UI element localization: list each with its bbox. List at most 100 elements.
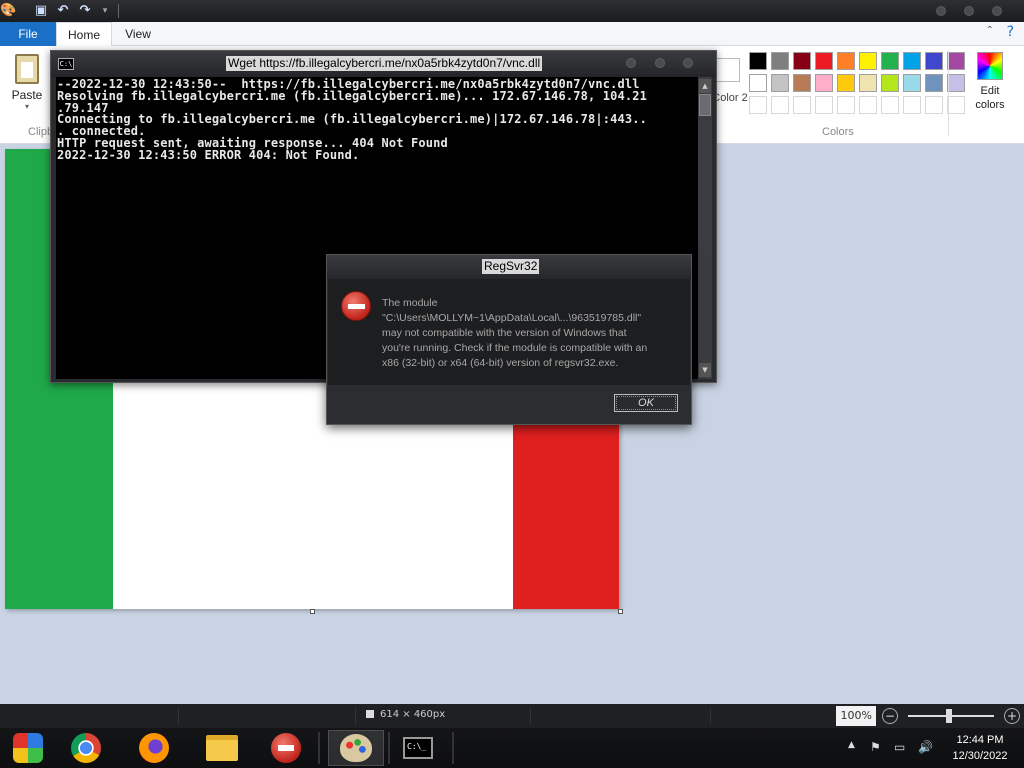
color-swatch[interactable] — [771, 96, 789, 114]
color-swatch[interactable] — [837, 96, 855, 114]
folder-icon — [206, 735, 238, 761]
color-swatch[interactable] — [925, 74, 943, 92]
color-swatch[interactable] — [881, 52, 899, 70]
dialog-titlebar[interactable]: RegSvr32 — [327, 255, 691, 279]
color-swatch[interactable] — [881, 96, 899, 114]
color-swatch[interactable] — [815, 74, 833, 92]
tab-file[interactable]: File — [0, 22, 56, 46]
taskbar-file-explorer[interactable] — [194, 730, 250, 766]
zoom-slider-thumb[interactable] — [946, 709, 952, 723]
cmd-maximize-button[interactable] — [655, 58, 665, 68]
scroll-up-icon[interactable]: ▲ — [699, 79, 711, 93]
color-swatch[interactable] — [837, 52, 855, 70]
customize-qat-icon[interactable]: ▾ — [97, 3, 113, 19]
minimize-button[interactable] — [936, 6, 946, 16]
action-center-flag-icon[interactable]: ⚑ — [870, 740, 881, 754]
colors-group-label: Colors — [822, 126, 854, 138]
color-swatch[interactable] — [837, 74, 855, 92]
cmd-icon: C:\_ — [403, 737, 433, 759]
color-swatch[interactable] — [749, 96, 767, 114]
status-divider — [355, 708, 356, 724]
color-swatch[interactable] — [793, 74, 811, 92]
cmd-titlebar[interactable]: C:\ Wget https://fb.illegalcybercri.me/n… — [51, 51, 716, 77]
color-swatch[interactable] — [947, 74, 965, 92]
color-swatch[interactable] — [749, 74, 767, 92]
error-icon — [271, 733, 301, 763]
volume-icon[interactable]: 🔊 — [918, 740, 933, 754]
clipboard-icon — [15, 54, 39, 84]
firefox-icon — [139, 733, 169, 763]
redo-icon[interactable]: ↷ — [77, 3, 93, 19]
tab-home[interactable]: Home — [56, 22, 112, 47]
resize-handle-bottom[interactable] — [310, 609, 315, 614]
cmd-scrollbar[interactable]: ▲ ▼ — [698, 77, 712, 379]
color-swatch[interactable] — [903, 96, 921, 114]
undo-icon[interactable]: ↶ — [55, 3, 71, 19]
qat-separator — [118, 4, 119, 18]
paint-app-icon[interactable]: 🎨 — [0, 3, 16, 19]
help-icon[interactable]: ? — [1007, 24, 1014, 40]
color-swatch[interactable] — [881, 74, 899, 92]
taskbar-separator — [452, 732, 454, 764]
taskbar-separator — [318, 732, 320, 764]
canvas-size-icon — [366, 710, 374, 718]
save-icon[interactable]: ▣ — [33, 3, 49, 19]
scroll-thumb[interactable] — [699, 94, 711, 116]
taskbar-clock[interactable]: 12:44 PM 12/30/2022 — [940, 732, 1020, 764]
cmd-minimize-button[interactable] — [626, 58, 636, 68]
color-swatch[interactable] — [925, 96, 943, 114]
cmd-close-button[interactable] — [683, 58, 693, 68]
color-swatch[interactable] — [947, 52, 965, 70]
chrome-icon — [71, 733, 101, 763]
dialog-message-line: you're running. Check if the module is c… — [382, 342, 648, 354]
color-swatch[interactable] — [749, 52, 767, 70]
status-bar: 614 × 460px 100% − + — [0, 704, 1024, 728]
canvas-size-text: 614 × 460px — [380, 709, 446, 720]
taskbar-firefox[interactable] — [126, 730, 182, 766]
taskbar-chrome[interactable] — [58, 730, 114, 766]
resize-handle-corner[interactable] — [618, 609, 623, 614]
collapse-ribbon-icon[interactable]: ⌃ — [986, 25, 994, 36]
paste-label: Paste — [11, 88, 43, 102]
color-swatch[interactable] — [793, 96, 811, 114]
color-swatch[interactable] — [771, 52, 789, 70]
ribbon-tabs: File Home View ⌃ ? — [0, 22, 1024, 47]
edit-colors-button[interactable]: Edit colors — [970, 52, 1010, 112]
tray-expand-icon[interactable]: ▲ — [848, 740, 855, 750]
maximize-button[interactable] — [964, 6, 974, 16]
regsvr32-dialog[interactable]: RegSvr32 The module "C:\Users\MOLLYM~1\A… — [326, 254, 692, 425]
taskbar-paint[interactable] — [328, 730, 384, 766]
color-swatch[interactable] — [815, 96, 833, 114]
color-swatch[interactable] — [815, 52, 833, 70]
color-swatch[interactable] — [859, 74, 877, 92]
ok-button[interactable]: OK — [614, 394, 678, 412]
taskbar-control-panel[interactable] — [0, 730, 56, 766]
color-swatch[interactable] — [859, 96, 877, 114]
error-icon — [341, 291, 371, 321]
control-panel-icon — [13, 733, 43, 763]
paste-button[interactable]: Paste ▾ — [8, 52, 46, 120]
edit-colors-icon — [977, 52, 1003, 80]
color-swatch[interactable] — [903, 52, 921, 70]
taskbar-cmd[interactable]: C:\_ — [390, 730, 446, 766]
color-swatch[interactable] — [903, 74, 921, 92]
close-button[interactable] — [992, 6, 1002, 16]
cmd-window-icon: C:\ — [58, 58, 74, 70]
ribbon-separator — [948, 50, 949, 136]
taskbar-regsvr32[interactable] — [258, 730, 314, 766]
color-swatch[interactable] — [771, 74, 789, 92]
network-icon[interactable]: ▭ — [894, 740, 905, 754]
zoom-level: 100% — [836, 706, 876, 726]
status-divider — [710, 708, 711, 724]
scroll-down-icon[interactable]: ▼ — [699, 363, 711, 377]
dialog-message: The module "C:\Users\MOLLYM~1\AppData\Lo… — [382, 296, 682, 371]
color-swatch[interactable] — [947, 96, 965, 114]
zoom-in-button[interactable]: + — [1004, 708, 1020, 724]
color-swatch[interactable] — [925, 52, 943, 70]
zoom-out-button[interactable]: − — [882, 708, 898, 724]
color2-swatch[interactable] — [716, 58, 740, 82]
color-swatch[interactable] — [793, 52, 811, 70]
color-swatch[interactable] — [859, 52, 877, 70]
chevron-down-icon[interactable]: ▾ — [8, 102, 46, 111]
tab-view[interactable]: View — [112, 22, 164, 46]
